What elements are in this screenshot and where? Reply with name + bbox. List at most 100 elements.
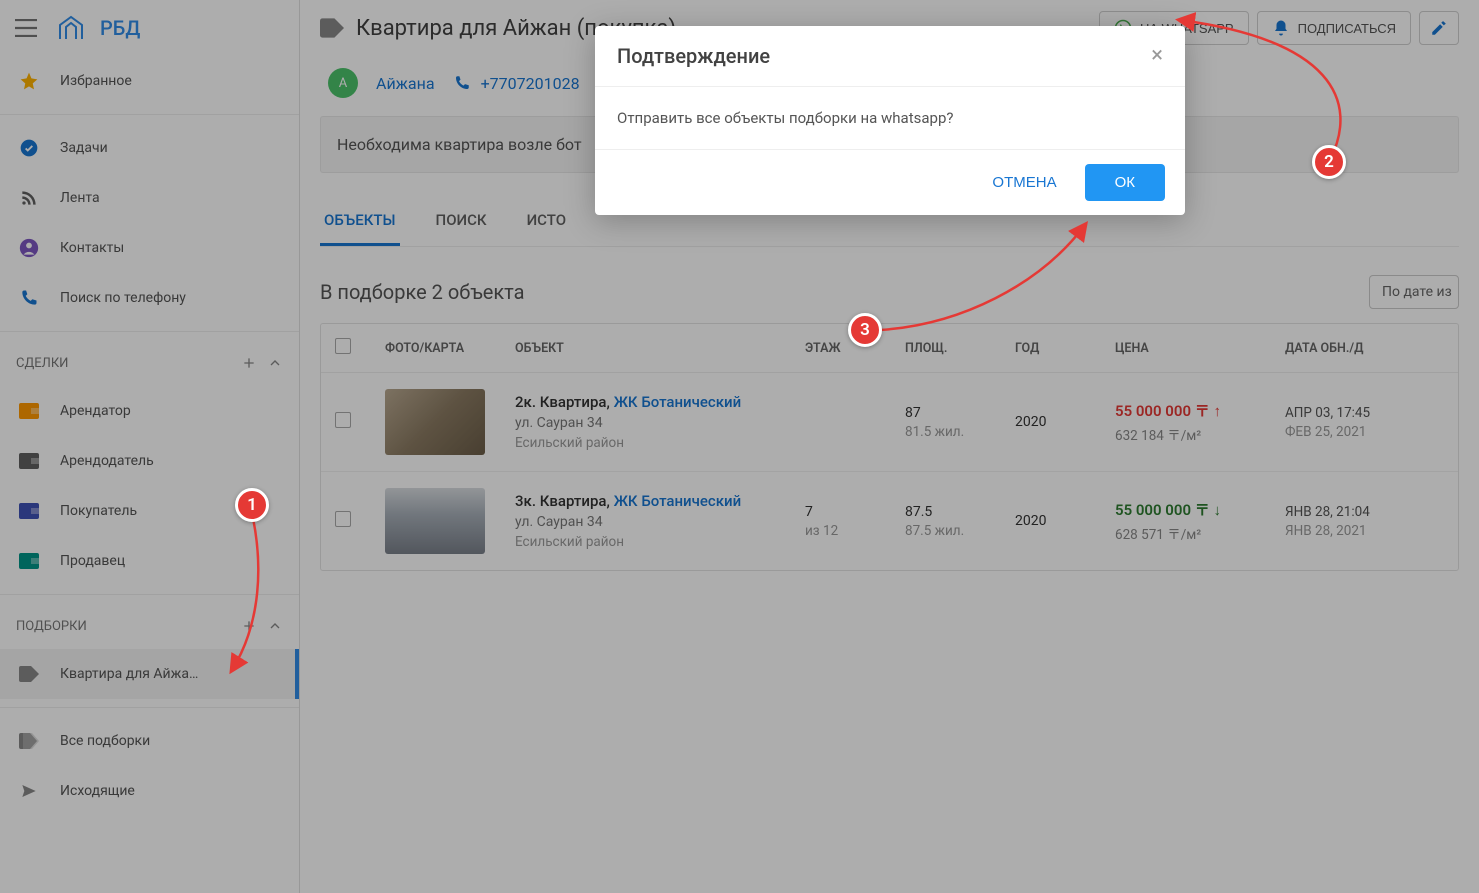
sidebar-item-favorites[interactable]: Избранное [0,56,299,106]
sort-button[interactable]: По дате из [1369,275,1459,309]
sidebar-label: Контакты [60,240,124,256]
sidebar-item-all-selections[interactable]: Все подборки [0,716,299,766]
price-per-m2: 632 184 〒/м² [1115,424,1277,444]
sidebar: РБД Избранное Задачи Лента Контакты Поис… [0,0,300,893]
objects-table: ФОТО/КАРТА ОБЪЕКТ ЭТАЖ ПЛОЩ. ГОД ЦЕНА ДА… [320,323,1459,571]
tab-history[interactable]: ИСТО [523,197,570,246]
year-value: 2020 [1011,414,1111,430]
floor-sub: из 12 [805,523,897,539]
avatar[interactable]: А [328,68,358,98]
modal-title: Подтверждение [617,44,770,68]
date-created: ФЕВ 25, 2021 [1285,424,1444,440]
cancel-button[interactable]: ОТМЕНА [976,164,1072,201]
plus-icon[interactable] [241,355,257,371]
check-circle-icon [19,138,39,158]
phone-icon [453,74,471,92]
col-area: ПЛОЩ. [901,341,1011,356]
sidebar-label: Поиск по телефону [60,290,186,306]
listing-district: Есильский район [515,435,797,451]
sidebar-item-deal-0[interactable]: Арендатор [0,386,299,436]
sidebar-item-outgoing[interactable]: Исходящие [0,766,299,816]
building-icon [56,13,86,43]
sidebar-item-deal-3[interactable]: Продавец [0,536,299,586]
sidebar-label: Квартира для Айжа… [60,666,198,682]
bell-icon [1272,19,1290,37]
price-per-m2: 628 571 〒/м² [1115,523,1277,543]
listing-thumbnail[interactable] [385,389,485,455]
listing-title[interactable]: 2к. Квартира, ЖК Ботанический [515,393,797,411]
tags-icon [19,733,39,749]
tab-objects[interactable]: ОБЪЕКТЫ [320,197,400,246]
tag-icon [19,666,39,682]
phone-link[interactable]: +7707201028 [453,74,580,93]
row-checkbox[interactable] [335,511,351,527]
row-checkbox[interactable] [335,412,351,428]
listing-district: Есильский район [515,534,797,550]
col-price: ЦЕНА [1111,341,1281,356]
sidebar-label: Избранное [60,73,132,89]
sidebar-item-deal-2[interactable]: Покупатель [0,486,299,536]
table-row[interactable]: 3к. Квартира, ЖК Ботанический ул. Сауран… [321,472,1458,570]
phone-number: +7707201028 [481,74,580,93]
table-row[interactable]: 2к. Квартира, ЖК Ботанический ул. Сауран… [321,373,1458,472]
sidebar-label: Задачи [60,140,108,156]
listing-thumbnail[interactable] [385,488,485,554]
table-header: ФОТО/КАРТА ОБЪЕКТ ЭТАЖ ПЛОЩ. ГОД ЦЕНА ДА… [321,324,1458,373]
sidebar-label: Лента [60,190,100,206]
tab-search[interactable]: ПОИСК [432,197,491,246]
sidebar-section-deals: СДЕЛКИ [0,340,299,386]
sidebar-label: Покупатель [60,503,137,519]
sidebar-label: Арендодатель [60,453,154,469]
price-value: 55 000 000 〒 ↑ [1115,400,1277,421]
confirm-modal: Подтверждение × Отправить все объекты по… [595,26,1185,215]
sidebar-label: Все подборки [60,733,150,749]
sidebar-label: Арендатор [60,403,131,419]
sidebar-item-contacts[interactable]: Контакты [0,223,299,273]
modal-close-button[interactable]: × [1151,45,1163,67]
sidebar-item-phone-search[interactable]: Поиск по телефону [0,273,299,323]
area-sub: 81.5 жил. [905,424,1007,440]
logo[interactable]: РБД [56,13,140,43]
wallet-icon [19,403,39,419]
date-created: ЯНВ 28, 2021 [1285,523,1444,539]
plus-icon[interactable] [241,618,257,634]
area-sub: 87.5 жил. [905,523,1007,539]
person-icon [19,238,39,258]
hamburger-icon [15,19,37,37]
chevron-up-icon[interactable] [267,355,283,371]
sidebar-item-selection-active[interactable]: Квартира для Айжа… [0,649,299,699]
date-updated: ЯНВ 28, 21:04 [1285,504,1444,520]
phone-icon [19,288,39,308]
modal-body: Отправить все объекты подборки на whatsa… [595,87,1185,150]
subscribe-button[interactable]: ПОДПИСАТЬСЯ [1257,11,1411,45]
sidebar-label: Исходящие [60,783,135,799]
edit-button[interactable] [1419,11,1459,45]
listing-address: ул. Сауран 34 [515,514,797,530]
button-label: ПОДПИСАТЬСЯ [1298,21,1396,36]
ok-button[interactable]: ОК [1085,164,1165,201]
sidebar-item-tasks[interactable]: Задачи [0,123,299,173]
wallet-icon [19,553,39,569]
price-value: 55 000 000 〒 ↓ [1115,499,1277,520]
col-year: ГОД [1011,341,1111,356]
sidebar-section-selections: ПОДБОРКИ [0,603,299,649]
col-photo: ФОТО/КАРТА [381,341,511,356]
year-value: 2020 [1011,513,1111,529]
listing-title[interactable]: 3к. Квартира, ЖК Ботанический [515,492,797,510]
chevron-up-icon[interactable] [267,618,283,634]
tag-icon [320,18,344,38]
date-updated: АПР 03, 17:45 [1285,405,1444,421]
sidebar-item-feed[interactable]: Лента [0,173,299,223]
menu-toggle[interactable] [12,14,40,42]
wallet-icon [19,503,39,519]
list-heading: В подборке 2 объекта [320,280,525,304]
contact-name-link[interactable]: Айжана [376,74,435,93]
area-value: 87 [905,405,1007,421]
rss-icon [19,188,39,208]
star-icon [19,71,39,91]
section-label: СДЕЛКИ [16,356,68,371]
sidebar-item-deal-1[interactable]: Арендодатель [0,436,299,486]
select-all-checkbox[interactable] [335,338,351,354]
wallet-icon [19,453,39,469]
listing-address: ул. Сауран 34 [515,415,797,431]
